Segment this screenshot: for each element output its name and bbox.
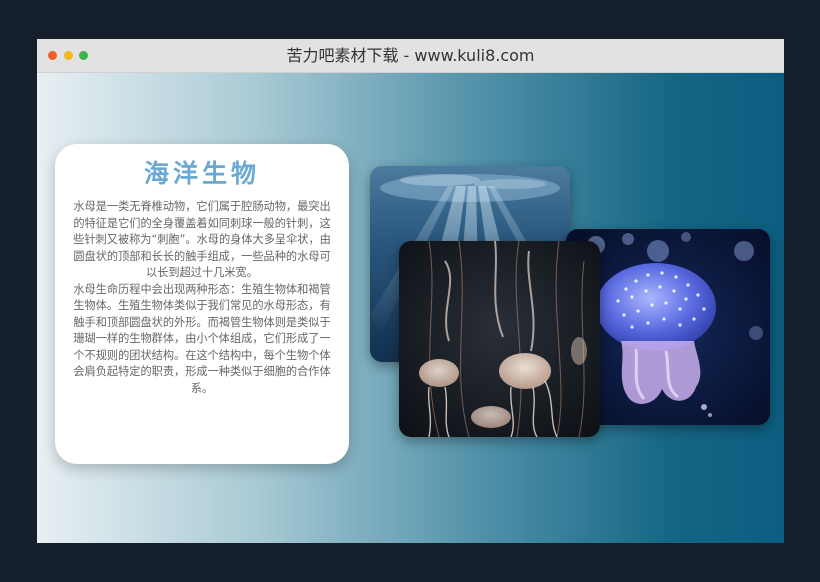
- translucent-jellyfish-image: [399, 241, 600, 437]
- article-card: 海洋生物 水母是一类无脊椎动物，它们属于腔肠动物，最突出的特征是它们的全身覆盖着…: [55, 144, 349, 464]
- article-paragraph-2: 水母生命历程中会出现两种形态：生殖生物体和褐管生物体。生殖生物体类似于我们常见的…: [73, 282, 331, 395]
- window-title: 苦力吧素材下载 - www.kuli8.com: [286, 46, 535, 65]
- page-content: 海洋生物 水母是一类无脊椎动物，它们属于腔肠动物，最突出的特征是它们的全身覆盖着…: [37, 73, 784, 543]
- window-titlebar: 苦力吧素材下载 - www.kuli8.com: [37, 39, 784, 73]
- browser-window: 苦力吧素材下载 - www.kuli8.com 海洋生物 水母是一类无脊椎动物，…: [37, 39, 784, 543]
- translucent-jellyfish-photo[interactable]: [399, 241, 600, 437]
- article-paragraph-1: 水母是一类无脊椎动物，它们属于腔肠动物，最突出的特征是它们的全身覆盖着如同刺球一…: [73, 200, 331, 279]
- article-title: 海洋生物: [143, 159, 260, 188]
